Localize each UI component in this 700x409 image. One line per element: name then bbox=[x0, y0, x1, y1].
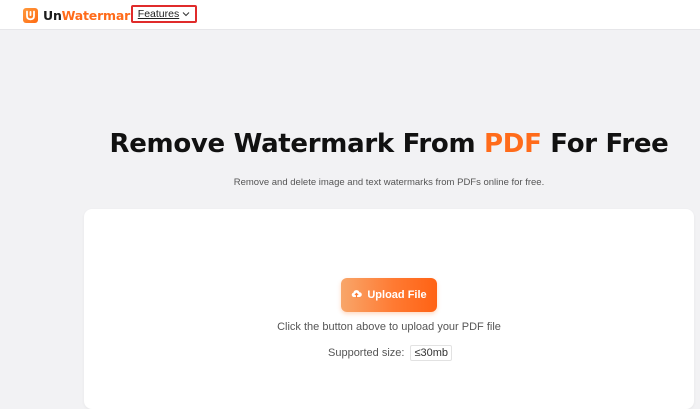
cloud-upload-icon bbox=[351, 289, 363, 301]
top-navigation-bar: UnWatermark Features bbox=[0, 0, 700, 30]
supported-size-badge: ≤30mb bbox=[410, 345, 452, 361]
chevron-down-icon bbox=[182, 8, 190, 20]
supported-size-row: Supported size: ≤30mb bbox=[328, 344, 452, 362]
upload-file-button[interactable]: Upload File bbox=[341, 278, 437, 312]
upload-file-button-label: Upload File bbox=[367, 289, 427, 301]
brand-name: UnWatermark bbox=[43, 8, 138, 23]
upload-hint: Click the button above to upload your PD… bbox=[277, 321, 501, 333]
brand-logo-link[interactable]: UnWatermark bbox=[23, 7, 138, 23]
features-menu-label: Features bbox=[137, 8, 180, 20]
page-title-part-1: Remove Watermark From bbox=[109, 129, 485, 159]
page-title-part-2: For Free bbox=[541, 129, 669, 159]
unwatermark-logo-icon bbox=[23, 7, 38, 23]
page-subtitle: Remove and delete image and text waterma… bbox=[233, 177, 545, 188]
page-title-accent: PDF bbox=[484, 129, 542, 159]
features-menu[interactable]: Features bbox=[131, 5, 197, 23]
brand-name-prefix: Un bbox=[43, 7, 62, 23]
brand-name-accent: Watermark bbox=[61, 7, 139, 23]
page-title: Remove Watermark From PDF For Free bbox=[0, 129, 700, 159]
supported-size-label: Supported size: bbox=[328, 347, 405, 359]
